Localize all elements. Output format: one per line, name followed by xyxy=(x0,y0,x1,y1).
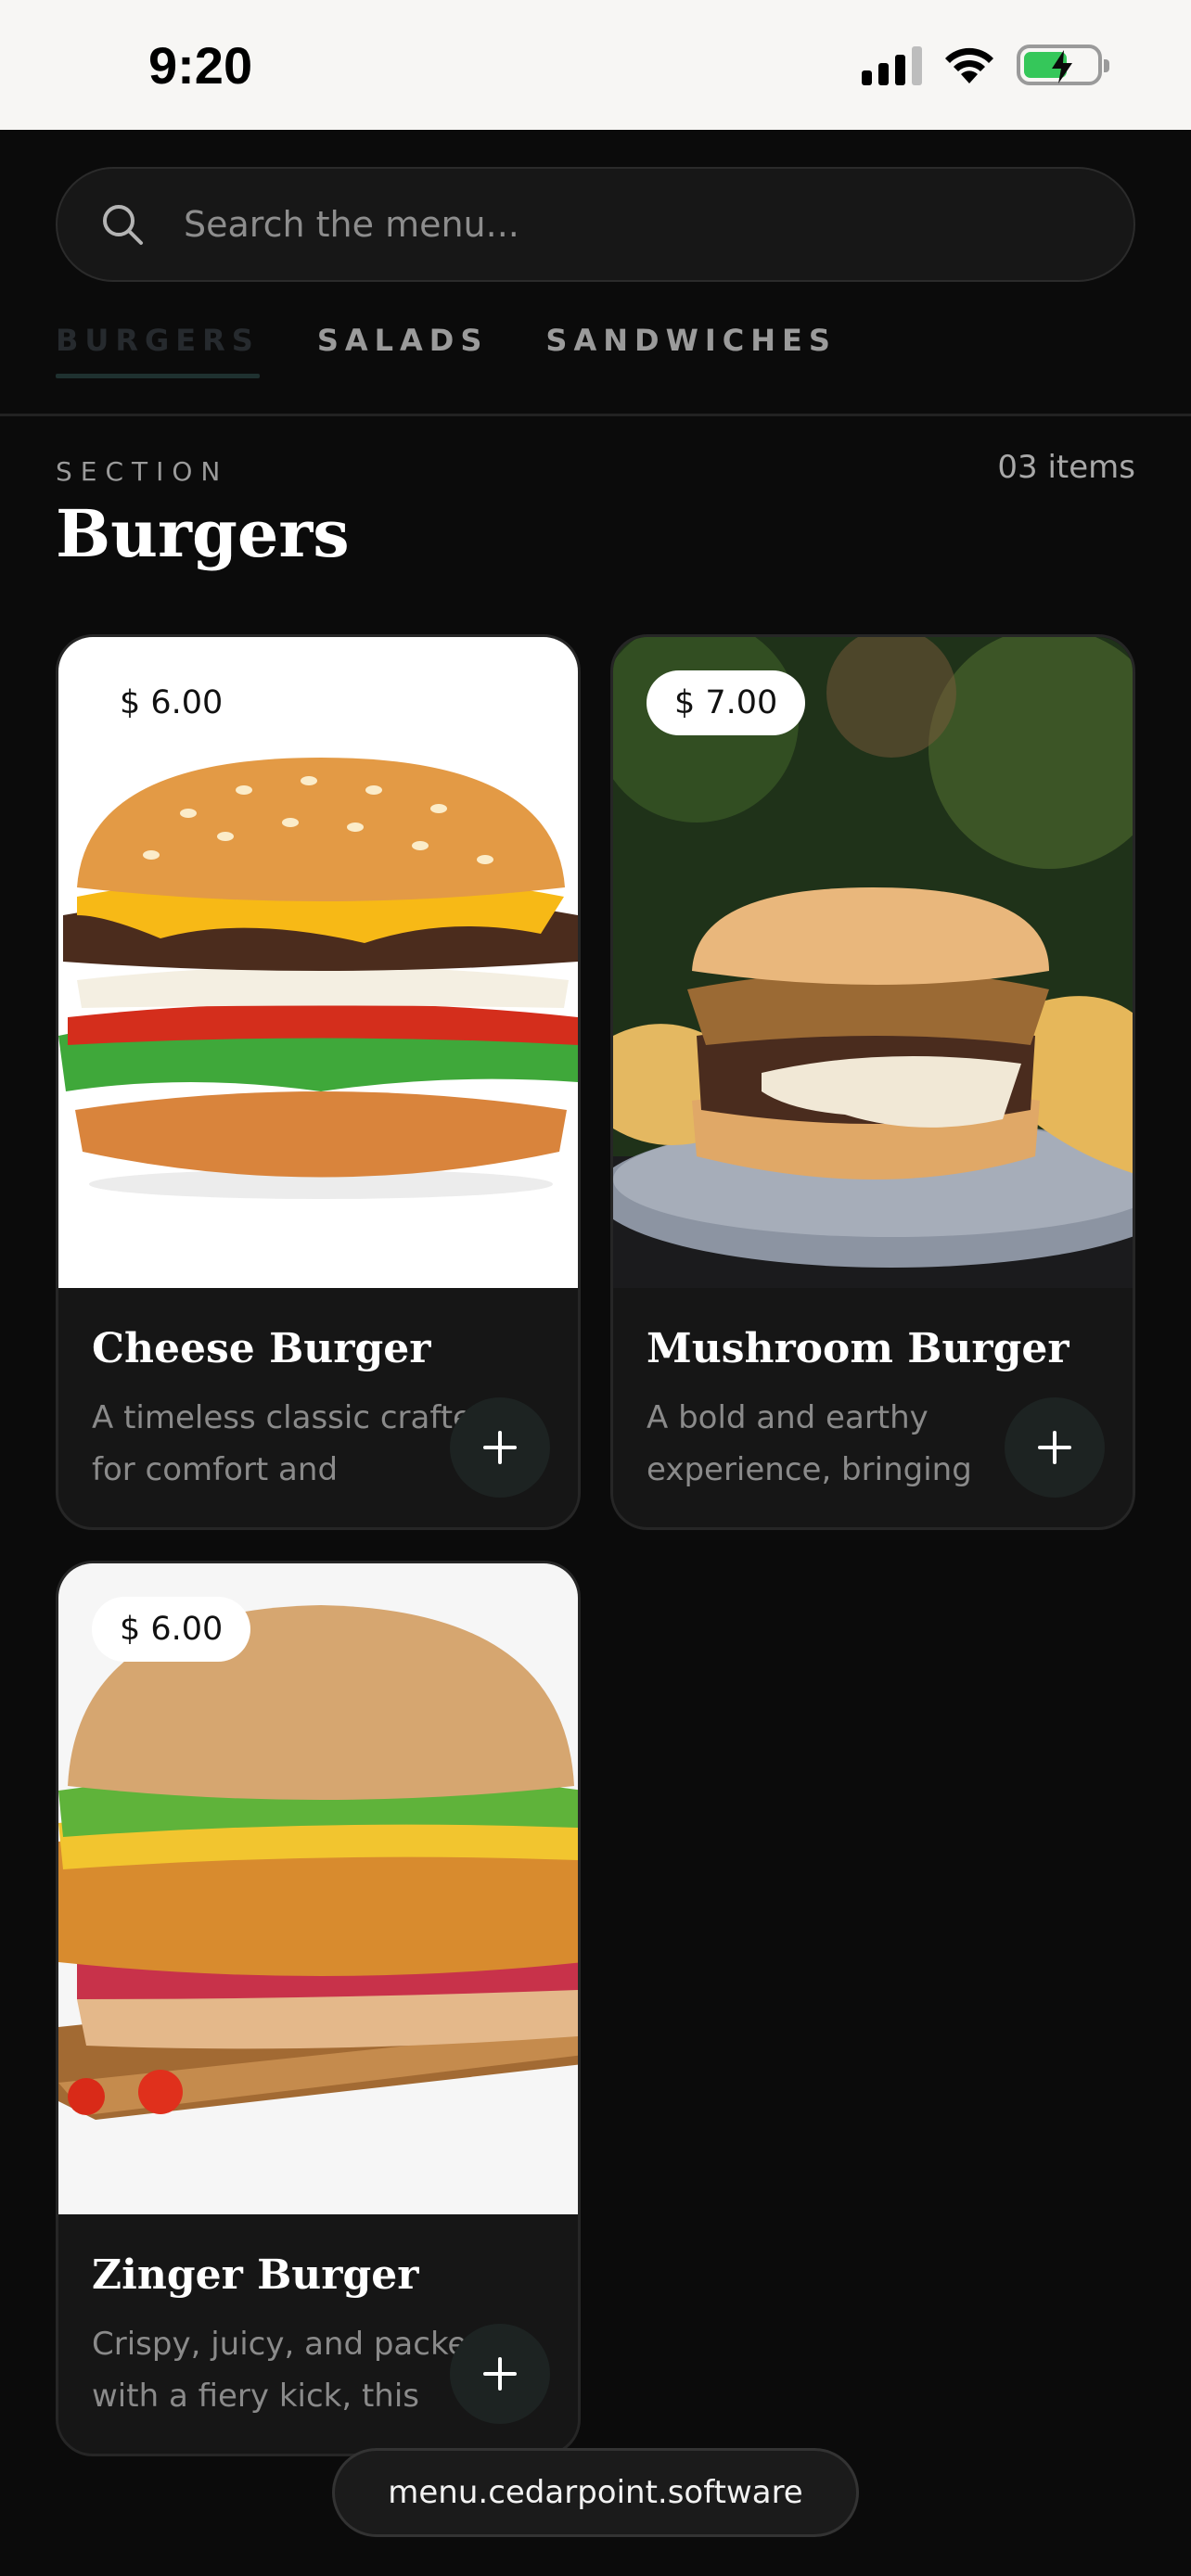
section-item-count: 03 items xyxy=(997,449,1135,486)
status-time: 9:20 xyxy=(148,36,253,95)
price-badge: $ 6.00 xyxy=(92,1597,251,1662)
plus-icon xyxy=(483,1431,517,1464)
card-body: Zinger Burger Crispy, juicy, and packed … xyxy=(58,2214,578,2454)
plus-icon xyxy=(483,2357,517,2391)
price-badge: $ 6.00 xyxy=(92,670,251,735)
status-bar: 9:20 xyxy=(0,0,1191,130)
tab-burgers[interactable]: BURGERS xyxy=(56,323,260,378)
tab-sandwiches[interactable]: SANDWICHES xyxy=(545,323,837,378)
tab-salads[interactable]: SALADS xyxy=(317,323,489,378)
card-body: Mushroom Burger A bold and earthy experi… xyxy=(613,1288,1133,1527)
wifi-icon xyxy=(945,47,993,83)
item-name: Zinger Burger xyxy=(92,2251,419,2299)
item-name: Mushroom Burger xyxy=(647,1325,1069,1372)
tabs-divider xyxy=(0,414,1191,416)
search-input[interactable] xyxy=(184,204,1133,245)
section-title: Burgers xyxy=(56,495,350,572)
battery-charging-icon xyxy=(1017,45,1109,85)
add-to-order-button[interactable] xyxy=(450,1397,550,1498)
cellular-signal-icon xyxy=(862,45,922,85)
price-badge: $ 7.00 xyxy=(647,670,806,735)
search-icon xyxy=(103,205,143,245)
status-icons xyxy=(862,45,1109,85)
menu-item-card[interactable]: $ 6.00 Cheese Burger A timeless classic … xyxy=(56,634,581,1530)
menu-item-card[interactable]: $ 6.00 Zinger Burger Crispy, juicy, and … xyxy=(56,1561,581,2456)
card-body: Cheese Burger A timeless classic crafted… xyxy=(58,1288,578,1527)
add-to-order-button[interactable] xyxy=(450,2324,550,2424)
menu-item-card[interactable]: $ 7.00 Mushroom Burger A bold and earthy… xyxy=(610,634,1135,1530)
plus-icon xyxy=(1038,1431,1071,1464)
category-tabs: BURGERS SALADS SANDWICHES xyxy=(56,323,837,378)
section-eyebrow: SECTION xyxy=(56,456,229,487)
add-to-order-button[interactable] xyxy=(1005,1397,1105,1498)
item-name: Cheese Burger xyxy=(92,1325,431,1372)
search-bar[interactable] xyxy=(56,167,1135,282)
url-pill[interactable]: menu.cedarpoint.software xyxy=(332,2448,859,2537)
